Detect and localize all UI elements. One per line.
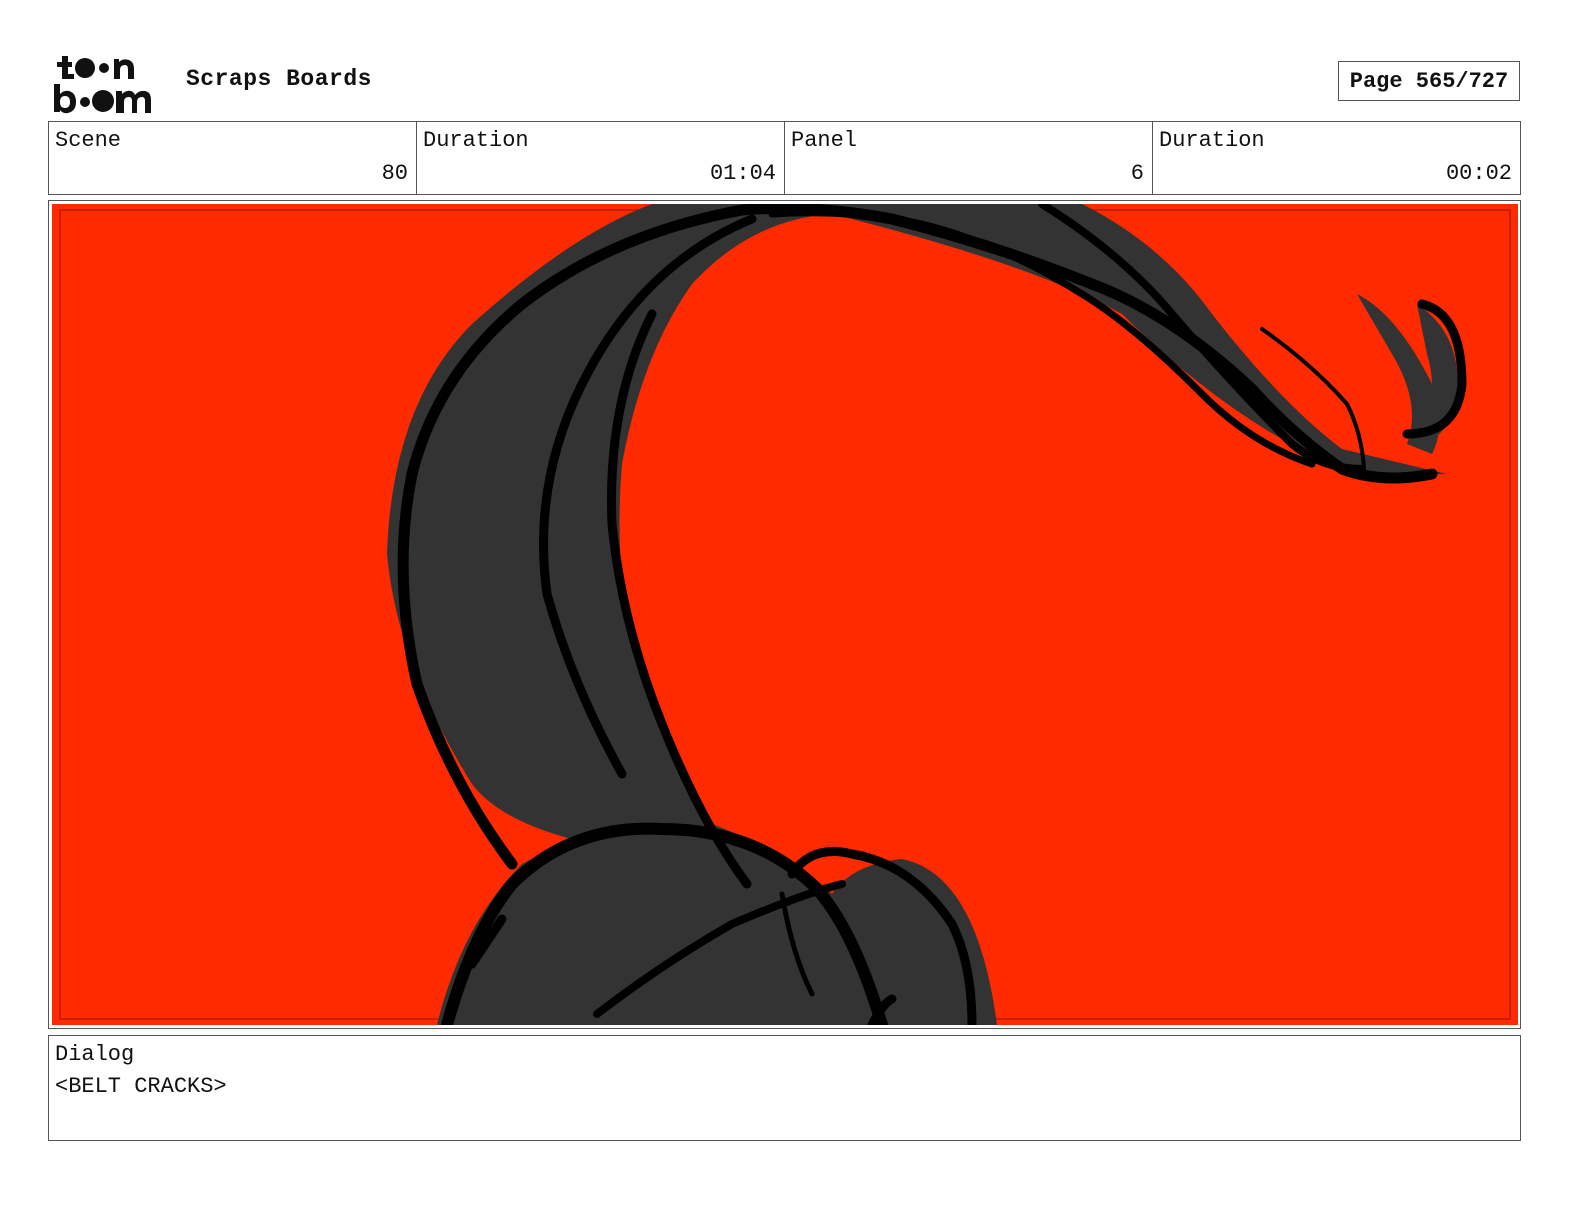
storyboard-panel	[48, 200, 1521, 1029]
dialog-label: Dialog	[55, 1042, 135, 1067]
scene-value: 80	[381, 161, 408, 186]
storyboard-drawing	[52, 204, 1518, 1025]
toonboom-logo-icon	[54, 56, 151, 114]
page-title: Scraps Boards	[186, 66, 372, 92]
scene-info-bar: Scene 80 Duration 01:04 Panel 6 Duration…	[48, 121, 1521, 195]
panel-value: 6	[1130, 161, 1144, 186]
dialog-box: Dialog <BELT CRACKS>	[48, 1035, 1521, 1141]
scene-duration-cell: Duration 01:04	[417, 122, 785, 194]
scene-duration-label: Duration	[423, 128, 529, 153]
panel-label: Panel	[791, 128, 858, 153]
panel-duration-label: Duration	[1159, 128, 1265, 153]
page-number: Page 565/727	[1338, 61, 1520, 101]
panel-duration-value: 00:02	[1445, 161, 1512, 186]
scene-label: Scene	[55, 128, 122, 153]
scene-cell: Scene 80	[49, 122, 417, 194]
panel-duration-cell: Duration 00:02	[1153, 122, 1520, 194]
panel-cell: Panel 6	[785, 122, 1153, 194]
dialog-text: <BELT CRACKS>	[55, 1074, 227, 1099]
scene-duration-value: 01:04	[709, 161, 776, 186]
